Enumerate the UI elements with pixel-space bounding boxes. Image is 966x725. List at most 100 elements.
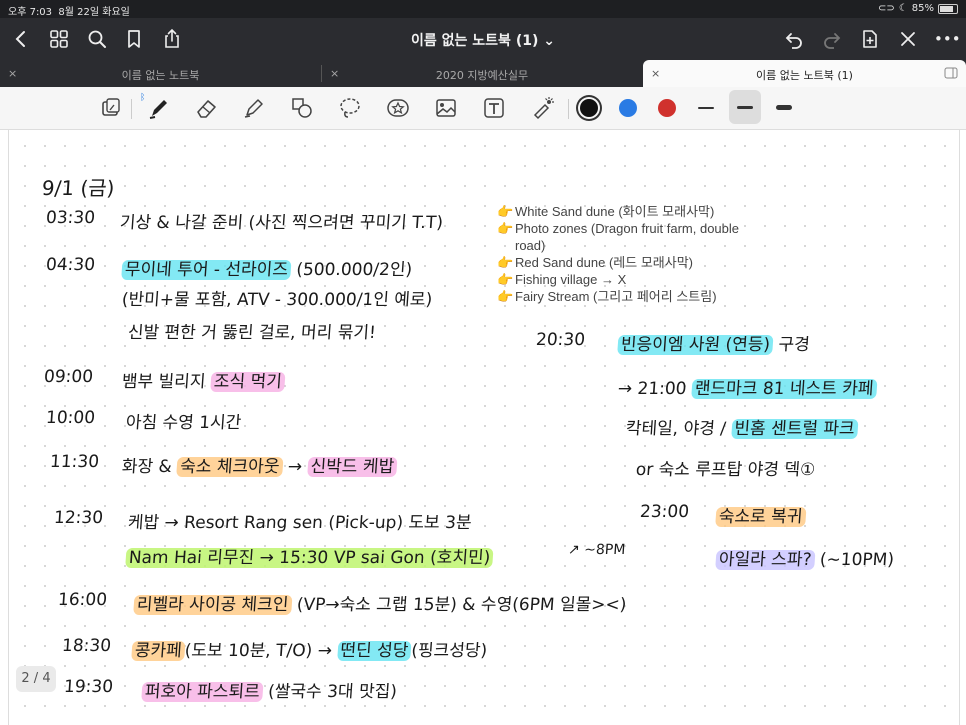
stroke-thin-option[interactable] bbox=[698, 107, 714, 109]
undo-icon[interactable] bbox=[783, 28, 805, 50]
plain-text: (VP→숙소 그랩 15분) & 수영(6PM 일몰><) bbox=[290, 595, 628, 615]
plain-text: 아침 수영 1시간 bbox=[125, 413, 242, 433]
highlighted-text: Nam Hai 리무진 → 15:30 VP sai Gon (호치민) bbox=[125, 548, 494, 568]
schedule-line: 콩카페(도보 10분, T/O) → 떤딘 성당(핑크성당) bbox=[131, 636, 488, 661]
battery-percent: 85% bbox=[911, 3, 934, 14]
tour-stop-item: 👉 White Sand dune (화이트 모래사막) bbox=[497, 203, 747, 220]
status-date: 8월 22일 화요일 bbox=[58, 7, 130, 18]
tour-stop-item: 👉 Photo zones (Dragon fruit farm, double … bbox=[497, 220, 747, 254]
highlighter-icon[interactable] bbox=[241, 95, 267, 121]
plain-text: 구경 bbox=[772, 335, 811, 355]
schedule-line: 아일라 스파? (~10PM) bbox=[715, 545, 895, 570]
tour-stops-list: 👉 White Sand dune (화이트 모래사막) 👉 Photo zones … bbox=[497, 203, 747, 305]
time-label: 12:30 bbox=[53, 508, 104, 528]
schedule-line: 기상 & 나갈 준비 (사진 찍으려면 꾸미기 T.T) bbox=[119, 208, 444, 233]
status-bar: 오후 7:03 8월 22일 화요일 ⊂⊃ ☾ 85% bbox=[0, 0, 966, 18]
highlighted-text: 떤딘 성당 bbox=[336, 641, 412, 661]
color-red-swatch[interactable] bbox=[658, 99, 676, 117]
bluetooth-icon: ᛒ bbox=[140, 93, 146, 103]
schedule-line: → 21:00 랜드마크 81 네스트 카페 bbox=[617, 374, 878, 399]
schedule-line: 신발 편한 거 뚫린 걸로, 머리 묶기! bbox=[127, 318, 377, 343]
color-blue-swatch[interactable] bbox=[619, 99, 637, 117]
tour-stop-text: Fairy Stream (그리고 페어리 스트림) bbox=[515, 289, 717, 304]
highlighted-text: 빈홈 센트럴 파크 bbox=[730, 419, 859, 439]
shapes-icon[interactable] bbox=[289, 95, 315, 121]
time-label: 20:30 bbox=[535, 330, 586, 350]
time-label: 10:00 bbox=[45, 408, 96, 428]
color-black-swatch[interactable] bbox=[580, 99, 598, 117]
highlighted-text: 조식 먹기 bbox=[210, 372, 286, 392]
schedule-line: 리벨라 사이공 체크인 (VP→숙소 그랩 15분) & 수영(6PM 일몰><… bbox=[133, 590, 627, 615]
schedule-line: (반미+물 포함, ATV - 300.000/1인 예로) bbox=[121, 285, 433, 310]
add-page-icon[interactable] bbox=[859, 28, 881, 50]
plain-text: → bbox=[281, 457, 309, 477]
plain-text: (도보 10분, T/O) → bbox=[184, 641, 339, 661]
tab-notebook-1[interactable]: × 이름 없는 노트북 (1) bbox=[643, 60, 966, 87]
tool-bar: ᛒ bbox=[0, 87, 966, 130]
schedule-line: 퍼호아 파스퇴르 (쌀국수 3대 맛집) bbox=[141, 677, 398, 702]
battery-icon bbox=[938, 3, 958, 14]
plain-text: 케밥 → Resort Rang sen (Pick-up) 도보 3분 bbox=[127, 513, 473, 533]
plain-text: (~10PM) bbox=[813, 550, 895, 570]
highlighted-text: 숙소 체크아웃 bbox=[176, 457, 284, 477]
schedule-line: Nam Hai 리무진 → 15:30 VP sai Gon (호치민) bbox=[125, 543, 494, 568]
status-time: 오후 7:03 bbox=[8, 7, 53, 18]
plain-text: 뱀부 빌리지 bbox=[121, 372, 212, 392]
plain-text: or 숙소 루프탑 야경 덱① bbox=[635, 460, 816, 480]
time-label: 23:00 bbox=[639, 502, 690, 522]
pointing-hand-icon: 👉 bbox=[497, 255, 514, 270]
text-icon[interactable] bbox=[481, 95, 507, 121]
tour-stop-item: 👉 Red Sand dune (레드 모래사막) bbox=[497, 254, 747, 271]
highlighted-text: 신박드 케밥 bbox=[306, 457, 398, 477]
plain-text: (쌀국수 3대 맛집) bbox=[262, 682, 398, 702]
tab-budget[interactable]: × 2020 지방예산실무 bbox=[322, 60, 642, 87]
schedule-line: 아침 수영 1시간 bbox=[125, 408, 242, 433]
time-label: 19:30 bbox=[63, 677, 114, 697]
lasso-page-icon[interactable] bbox=[98, 95, 124, 121]
time-label: 18:30 bbox=[61, 636, 112, 656]
laser-pointer-icon[interactable] bbox=[529, 95, 555, 121]
link-icon: ⊂⊃ bbox=[878, 3, 895, 14]
pointing-hand-icon: 👉 bbox=[497, 204, 514, 219]
more-icon[interactable]: ••• bbox=[934, 28, 961, 50]
eraser-icon[interactable] bbox=[194, 95, 220, 121]
schedule-line: 화장 & 숙소 체크아웃 → 신박드 케밥 bbox=[121, 452, 398, 477]
highlighted-text: 무이네 투어 - 선라이즈 bbox=[121, 260, 292, 280]
plain-text: (500.000/2인) bbox=[290, 260, 413, 280]
tab-bar: × 이름 없는 노트북 × 2020 지방예산실무 × 이름 없는 노트북 (1… bbox=[0, 60, 966, 87]
nav-bar: 이름 없는 노트북 (1) ⌄ ••• bbox=[0, 18, 966, 60]
plain-text: 칵테일, 야경 / bbox=[625, 419, 733, 439]
time-label: 09:00 bbox=[43, 367, 94, 387]
stroke-thick-option[interactable] bbox=[776, 105, 792, 110]
plain-text: 기상 & 나갈 준비 (사진 찍으려면 꾸미기 T.T) bbox=[119, 213, 444, 233]
pen-close-icon[interactable] bbox=[897, 28, 919, 50]
lasso-icon[interactable] bbox=[337, 95, 363, 121]
image-icon[interactable] bbox=[433, 95, 459, 121]
time-label: 03:30 bbox=[45, 208, 96, 228]
highlighted-text: 숙소로 복귀 bbox=[715, 507, 807, 527]
schedule-line: 뱀부 빌리지 조식 먹기 bbox=[121, 367, 286, 392]
schedule-line: 무이네 투어 - 선라이즈 (500.000/2인) bbox=[121, 255, 413, 280]
time-label: 11:30 bbox=[49, 452, 100, 472]
schedule-line: or 숙소 루프탑 야경 덱① bbox=[635, 455, 816, 480]
moon-icon: ☾ bbox=[898, 3, 908, 14]
highlighted-text: 아일라 스파? bbox=[715, 550, 816, 570]
tour-stop-text: White Sand dune (화이트 모래사막) bbox=[515, 204, 715, 219]
plain-text: → 21:00 bbox=[617, 379, 693, 399]
split-view-icon[interactable] bbox=[944, 66, 958, 83]
page-indicator[interactable]: 2 / 4 bbox=[16, 666, 56, 692]
sticker-icon[interactable] bbox=[385, 95, 411, 121]
highlighted-text: 리벨라 사이공 체크인 bbox=[133, 595, 293, 615]
tour-stop-item: 👉 Fishing village → X bbox=[497, 271, 747, 288]
chevron-down-icon[interactable]: ⌄ bbox=[543, 33, 555, 49]
tab-notebook[interactable]: × 이름 없는 노트북 bbox=[0, 60, 321, 87]
stroke-medium-line bbox=[737, 106, 753, 109]
schedule-line: 칵테일, 야경 / 빈홈 센트럴 파크 bbox=[625, 414, 859, 439]
time-label: 16:00 bbox=[57, 590, 108, 610]
pen-icon[interactable] bbox=[146, 95, 172, 121]
highlighted-text: 퍼호아 파스퇴르 bbox=[141, 682, 264, 702]
schedule-line: 빈응이엠 사원 (연등) 구경 bbox=[617, 330, 811, 355]
plain-text: 신발 편한 거 뚫린 걸로, 머리 묶기! bbox=[127, 323, 377, 343]
redo-icon[interactable] bbox=[821, 28, 843, 50]
time-label: 04:30 bbox=[45, 255, 96, 275]
